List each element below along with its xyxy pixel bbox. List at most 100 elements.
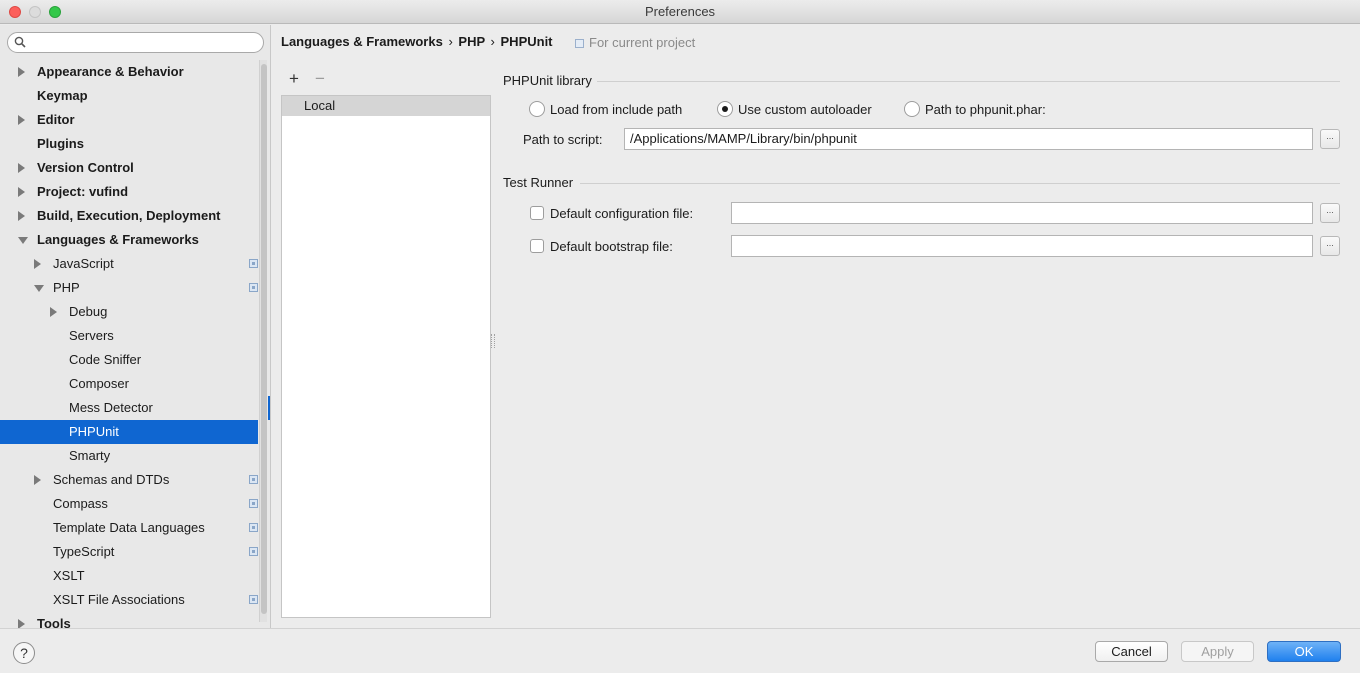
sidebar-item-template-data-languages[interactable]: Template Data Languages — [0, 516, 258, 540]
remove-button[interactable]: − — [311, 68, 329, 90]
sidebar-item-mess-detector[interactable]: Mess Detector — [0, 396, 258, 420]
browse-script-button[interactable]: ... — [1320, 129, 1340, 149]
sidebar-item-label: JavaScript — [53, 256, 114, 271]
sidebar-item-php[interactable]: PHP — [0, 276, 258, 300]
sidebar-item-plugins[interactable]: Plugins — [0, 132, 258, 156]
group-divider — [597, 81, 1340, 82]
sidebar-item-phpunit[interactable]: PHPUnit — [0, 420, 258, 444]
radio-circle[interactable] — [904, 101, 920, 117]
search-input[interactable] — [7, 32, 264, 53]
sidebar-item-languages-frameworks[interactable]: Languages & Frameworks — [0, 228, 258, 252]
chevron-right-icon[interactable] — [50, 307, 57, 317]
sidebar-item-label: Servers — [69, 328, 114, 343]
sidebar-item-smarty[interactable]: Smarty — [0, 444, 258, 468]
project-scope-icon — [249, 475, 258, 484]
sidebar-item-schemas-and-dtds[interactable]: Schemas and DTDs — [0, 468, 258, 492]
sidebar-item-label: Mess Detector — [69, 400, 153, 415]
sidebar-item-composer[interactable]: Composer — [0, 372, 258, 396]
sidebar-item-label: Tools — [37, 616, 71, 628]
sidebar-item-code-sniffer[interactable]: Code Sniffer — [0, 348, 258, 372]
breadcrumb-separator: › — [490, 34, 495, 49]
project-scope-icon — [249, 259, 258, 268]
sidebar-item-label: Smarty — [69, 448, 111, 463]
sidebar-scroll-thumb[interactable] — [261, 64, 267, 614]
sidebar-item-compass[interactable]: Compass — [0, 492, 258, 516]
breadcrumb: Languages & Frameworks › PHP › PHPUnit — [281, 34, 553, 49]
project-scope-icon — [249, 547, 258, 556]
sidebar-item-editor[interactable]: Editor — [0, 108, 258, 132]
default-config-checkbox[interactable] — [530, 206, 544, 220]
breadcrumb-separator: › — [448, 34, 453, 49]
chevron-down-icon[interactable] — [18, 237, 28, 244]
radio-label: Load from include path — [550, 102, 683, 117]
search-icon — [14, 36, 26, 48]
help-button[interactable]: ? — [13, 642, 35, 664]
sidebar-item-appearance-behavior[interactable]: Appearance & Behavior — [0, 60, 258, 84]
ok-button[interactable]: OK — [1267, 641, 1341, 662]
sidebar-item-label: PHPUnit — [69, 424, 119, 439]
chevron-right-icon[interactable] — [18, 211, 25, 221]
default-config-label: Default configuration file: — [550, 206, 694, 221]
phpunit-library-title: PHPUnit library — [503, 73, 592, 88]
chevron-right-icon[interactable] — [34, 475, 41, 485]
chevron-down-icon[interactable] — [34, 285, 44, 292]
radio-label: Path to phpunit.phar: — [925, 102, 1046, 117]
chevron-right-icon[interactable] — [18, 619, 25, 628]
sidebar-item-label: Plugins — [37, 136, 84, 151]
default-config-input[interactable] — [731, 202, 1313, 224]
sidebar-item-javascript[interactable]: JavaScript — [0, 252, 258, 276]
sidebar-item-keymap[interactable]: Keymap — [0, 84, 258, 108]
sidebar-item-typescript[interactable]: TypeScript — [0, 540, 258, 564]
interpreter-list: Local — [281, 95, 491, 618]
sidebar-item-label: Compass — [53, 496, 108, 511]
cancel-button[interactable]: Cancel — [1095, 641, 1168, 662]
default-bootstrap-input[interactable] — [731, 235, 1313, 257]
sidebar-item-tools[interactable]: Tools — [0, 612, 258, 628]
sidebar-item-xslt[interactable]: XSLT — [0, 564, 258, 588]
apply-button[interactable]: Apply — [1181, 641, 1254, 662]
sidebar-item-label: XSLT File Associations — [53, 592, 185, 607]
settings-sidebar: Appearance & Behavior Keymap Editor Plugins… — [0, 25, 271, 628]
sidebar-item-debug[interactable]: Debug — [0, 300, 258, 324]
add-button[interactable]: + — [285, 68, 303, 90]
sidebar-item-label: Composer — [69, 376, 129, 391]
sidebar-item-version-control[interactable]: Version Control — [0, 156, 258, 180]
path-to-script-input[interactable]: /Applications/MAMP/Library/bin/phpunit — [624, 128, 1313, 150]
selection-marker — [268, 396, 270, 420]
default-bootstrap-checkbox[interactable] — [530, 239, 544, 253]
radio-circle[interactable] — [529, 101, 545, 117]
browse-bootstrap-button[interactable]: ... — [1320, 236, 1340, 256]
sidebar-item-label: Languages & Frameworks — [37, 232, 199, 247]
scope-label: For current project — [589, 35, 696, 50]
splitter-handle[interactable] — [491, 334, 495, 348]
sidebar-item-build-execution-deployment[interactable]: Build, Execution, Deployment — [0, 204, 258, 228]
sidebar-item-label: Build, Execution, Deployment — [37, 208, 221, 223]
chevron-right-icon[interactable] — [18, 67, 25, 77]
window-title: Preferences — [644, 4, 716, 19]
sidebar-item-label: XSLT — [53, 568, 85, 583]
sidebar-item-label: Appearance & Behavior — [37, 64, 184, 79]
sidebar-item-label: Editor — [37, 112, 75, 127]
sidebar-item-project-vufind[interactable]: Project: vufind — [0, 180, 258, 204]
sidebar-item-servers[interactable]: Servers — [0, 324, 258, 348]
sidebar-scrollbar[interactable] — [259, 60, 267, 622]
dialog-footer: ? Cancel Apply OK — [0, 628, 1360, 673]
sidebar-item-xslt-file-associations[interactable]: XSLT File Associations — [0, 588, 258, 612]
list-item[interactable]: Local — [282, 96, 490, 116]
sidebar-item-label: Schemas and DTDs — [53, 472, 170, 487]
sidebar-item-label: Project: vufind — [37, 184, 129, 199]
project-scope-icon — [249, 595, 258, 604]
title-bar: Preferences — [0, 0, 1360, 24]
chevron-right-icon[interactable] — [18, 187, 25, 197]
project-scope-icon — [249, 283, 258, 292]
project-scope-icon — [575, 39, 584, 48]
breadcrumb-php: PHP — [458, 34, 485, 49]
sidebar-item-label: Template Data Languages — [53, 520, 205, 535]
chevron-right-icon[interactable] — [34, 259, 41, 269]
default-bootstrap-label: Default bootstrap file: — [550, 239, 673, 254]
radio-circle[interactable] — [717, 101, 733, 117]
chevron-right-icon[interactable] — [18, 115, 25, 125]
chevron-right-icon[interactable] — [18, 163, 25, 173]
browse-config-button[interactable]: ... — [1320, 203, 1340, 223]
sidebar-item-label: PHP — [53, 280, 80, 295]
